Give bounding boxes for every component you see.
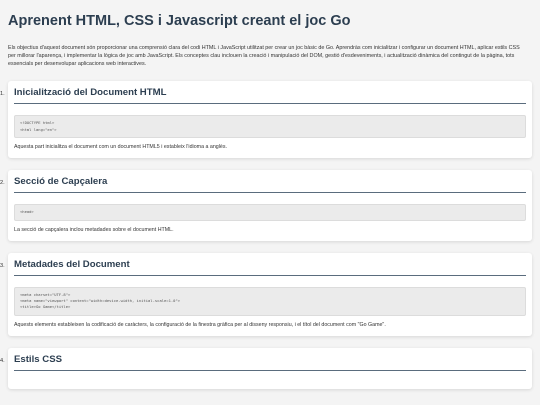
page-title: Aprenent HTML, CSS i Javascript creant e… — [8, 13, 351, 29]
section-number: 3. — [0, 262, 5, 269]
section-3: 3. Metadades del Document <meta charset=… — [0, 252, 532, 336]
code-block: <head> — [14, 204, 526, 221]
document-page: Aprenent HTML, CSS i Javascript creant e… — [0, 0, 540, 389]
code-block: <meta charset="UTF-8"> <meta name="viewp… — [14, 286, 526, 316]
section-description: Aquests elements estableixen la codifica… — [14, 321, 386, 328]
section-4: 4. Estils CSS — [0, 347, 532, 389]
section-description: La secció de capçalera inclou metadades … — [14, 226, 174, 233]
section-card: Estils CSS — [8, 347, 532, 389]
section-heading: Secció de Capçalera — [14, 176, 526, 194]
section-number: 4. — [0, 357, 5, 364]
section-heading: Inicialització del Document HTML — [14, 87, 526, 105]
section-heading: Metadades del Document — [14, 259, 526, 276]
code-block: <!DOCTYPE html> <html lang="en"> — [14, 115, 526, 139]
section-card: Secció de Capçalera <head> La secció de … — [8, 170, 532, 241]
section-card: Metadades del Document <meta charset="UT… — [8, 252, 532, 336]
section-card: Inicialització del Document HTML <!DOCTY… — [8, 81, 532, 159]
section-number: 1. — [0, 91, 5, 98]
section-number: 2. — [0, 180, 5, 187]
intro-paragraph: Els objectius d'aquest document són prop… — [8, 45, 520, 68]
section-description: Aquesta part inicialitza el document com… — [14, 144, 227, 151]
section-2: 2. Secció de Capçalera <head> La secció … — [0, 170, 532, 241]
section-1: 1. Inicialització del Document HTML <!DO… — [0, 81, 532, 159]
section-heading: Estils CSS — [14, 354, 526, 371]
